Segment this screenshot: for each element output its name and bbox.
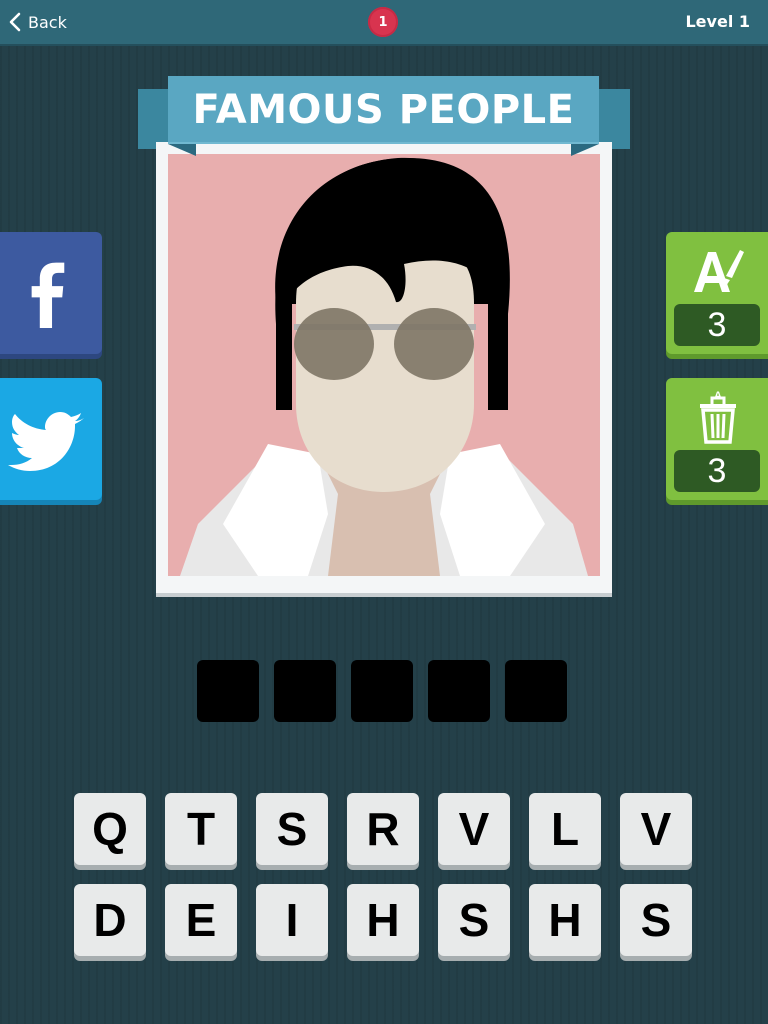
back-label: Back: [28, 12, 67, 32]
letter-key[interactable]: I: [256, 884, 328, 956]
chevron-left-icon: [9, 12, 21, 32]
top-bar: Back 1 Level 1: [0, 0, 768, 46]
level-label: Level 1: [685, 12, 750, 31]
remove-letters-hint-button[interactable]: A 3: [666, 378, 768, 500]
category-banner: FAMOUS PEOPLE: [168, 76, 599, 144]
hint-count: 3: [674, 450, 760, 492]
reveal-letter-hint-button[interactable]: 3: [666, 232, 768, 354]
letter-key[interactable]: T: [165, 793, 237, 865]
answer-slot[interactable]: [274, 660, 336, 722]
letter-key[interactable]: Q: [74, 793, 146, 865]
letter-key[interactable]: S: [620, 884, 692, 956]
answer-slot[interactable]: [428, 660, 490, 722]
letter-key[interactable]: V: [620, 793, 692, 865]
answer-slot[interactable]: [197, 660, 259, 722]
famous-person-portrait: [168, 154, 600, 576]
ribbon-fold-left: [168, 144, 196, 156]
letter-key[interactable]: H: [529, 884, 601, 956]
back-button[interactable]: Back: [8, 0, 67, 44]
letter-key[interactable]: S: [438, 884, 510, 956]
answer-slot[interactable]: [505, 660, 567, 722]
twitter-icon: [8, 412, 84, 471]
letter-key[interactable]: S: [256, 793, 328, 865]
facebook-share-button[interactable]: [0, 232, 102, 354]
notification-badge[interactable]: 1: [368, 7, 398, 37]
letter-key[interactable]: L: [529, 793, 601, 865]
reveal-letter-icon: [694, 250, 744, 292]
letter-key[interactable]: H: [347, 884, 419, 956]
hint-count: 3: [674, 304, 760, 346]
trash-letters-icon: A: [700, 390, 736, 444]
facebook-icon: [31, 262, 65, 328]
letter-key[interactable]: R: [347, 793, 419, 865]
ribbon-fold-right: [571, 144, 599, 156]
picture-frame: [156, 142, 612, 593]
letter-key[interactable]: E: [165, 884, 237, 956]
letter-key[interactable]: V: [438, 793, 510, 865]
letter-key[interactable]: D: [74, 884, 146, 956]
twitter-share-button[interactable]: [0, 378, 102, 500]
svg-text:A: A: [714, 390, 722, 402]
portrait-image: [168, 154, 600, 576]
answer-slot[interactable]: [351, 660, 413, 722]
